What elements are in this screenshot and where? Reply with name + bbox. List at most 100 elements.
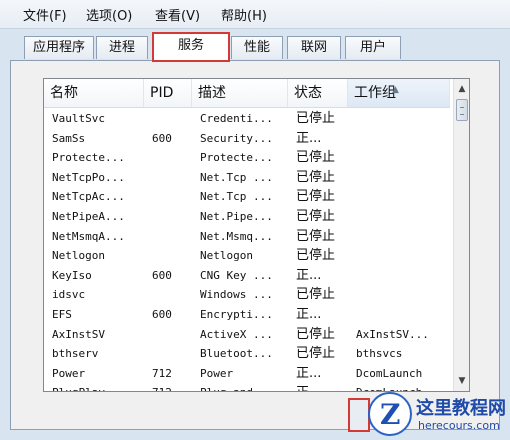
cell-name: idsvc [52,288,86,302]
watermark-title: 这里教程网 [416,398,506,419]
tab-networking[interactable]: 联网 [287,36,341,59]
table-row[interactable]: bthserv Bluetoot... 已停止 bthsvcs [44,344,450,363]
cell-status: 正... [296,130,322,146]
table-row[interactable]: idsvc Windows ... 已停止 [44,285,450,304]
tab-strip: 应用程序 进程 服务 性能 联网 用户 [0,28,510,62]
cell-status: 已停止 [296,287,336,303]
cell-group [348,246,450,265]
cell-group [348,109,450,128]
cell-pid [144,344,192,363]
cell-status: 已停止 [296,326,336,342]
cell-description: Windows ... [200,288,273,302]
cell-group [348,129,450,148]
cell-description: Security... [200,131,273,145]
cell-status: 已停止 [296,169,336,185]
cell-pid [144,187,192,206]
cell-status: 已停止 [296,189,336,205]
watermark-logo-letter: Z [380,398,401,431]
cell-description: Encrypti... [200,308,273,321]
cell-status: 已停止 [296,150,336,166]
cell-pid [144,325,192,344]
table-row[interactable]: NetMsmqA... Net.Msmq... 已停止 [44,227,450,246]
cell-name: bthserv [52,347,99,361]
cell-pid [144,148,192,167]
cell-description: Net.Pipe... [200,210,273,223]
cell-name: NetMsmqA... [52,229,125,243]
cell-pid [144,285,192,304]
cell-description: CNG Key ... [200,268,273,282]
cell-status: 已停止 [296,111,336,126]
cell-pid: 600 [152,308,172,321]
tab-applications[interactable]: 应用程序 [24,36,94,59]
cell-description: Net.Tcp ... [200,190,273,204]
menu-view[interactable]: 查看(V) [155,5,200,24]
cell-status: 正... [296,307,322,322]
cell-name: SamSs [52,131,86,145]
table-row[interactable]: Netlogon Netlogon 已停止 [44,246,450,265]
table-row[interactable]: KeyIso 600 CNG Key ... 正... [44,266,450,285]
cell-group [348,285,450,304]
scroll-down-icon[interactable]: ▼ [455,373,469,389]
tab-services[interactable]: 服务 [152,32,230,62]
cell-description: Credenti... [200,112,273,125]
list-header: 名称 PID 描述 状态 工作组 ▲ [44,79,450,108]
tab-users[interactable]: 用户 [345,36,401,59]
column-header-description[interactable]: 描述 [192,79,288,107]
cell-status: 已停止 [296,209,336,224]
grip-icon [460,107,464,115]
cell-status: 已停止 [296,228,336,244]
cell-name: VaultSvc [52,112,105,125]
menu-help[interactable]: 帮助(H) [221,5,267,24]
cell-pid: 600 [152,131,172,145]
column-header-group[interactable]: 工作组 ▲ [348,79,450,107]
table-row[interactable]: VaultSvc Credenti... 已停止 [44,109,450,128]
cell-pid [144,227,192,246]
cell-name: PlugPlay [44,383,144,391]
cell-description: Net.Tcp ... [200,170,273,184]
table-row[interactable]: AxInstSV ActiveX ... 已停止 AxInstSV... [44,325,450,344]
cell-pid [144,109,192,128]
cell-status: 已停止 [296,346,336,362]
menu-options[interactable]: 选项(O) [86,5,132,24]
watermark: Z 这里教程网 herecours.com [368,392,508,438]
table-row[interactable]: Power 712 Power 正... DcomLaunch [44,364,450,383]
cell-group [348,207,450,226]
vertical-scrollbar[interactable]: ▲ ▼ [453,79,469,391]
watermark-url: herecours.com [418,419,500,432]
cell-name: Protecte... [52,151,125,165]
table-row[interactable]: SamSs 600 Security... 正... [44,129,450,148]
cell-name: Netlogon [52,249,105,263]
services-list[interactable]: 名称 PID 描述 状态 工作组 ▲ VaultSvc Credenti... 已停… [43,78,470,392]
cell-status: 正... [288,383,348,391]
sort-ascending-icon: ▲ [392,85,399,95]
table-row[interactable]: EFS 600 Encrypti... 正... [44,305,450,324]
table-row[interactable]: NetTcpAc... Net.Tcp ... 已停止 [44,187,450,206]
cell-pid: 712 [152,366,172,380]
table-row[interactable]: NetTcpPo... Net.Tcp ... 已停止 [44,168,450,187]
column-header-group-label: 工作组 [354,85,396,101]
cell-pid [144,207,192,226]
column-header-pid[interactable]: PID [144,79,192,107]
menu-file[interactable]: 文件(F) [23,5,67,24]
cell-description: Netlogon [200,249,253,263]
cell-name: Power [52,366,86,380]
table-row[interactable]: PlugPlay712Plug and ...正...DcomLaunch [44,383,450,391]
table-row[interactable]: NetPipeA... Net.Pipe... 已停止 [44,207,450,226]
cell-name: KeyIso [52,268,92,282]
services-button-partial[interactable] [348,398,370,432]
scrollbar-thumb[interactable] [456,99,468,121]
cell-description: ActiveX ... [200,327,273,341]
tab-performance[interactable]: 性能 [231,36,283,59]
table-row[interactable]: Protecte... Protecte... 已停止 [44,148,450,167]
cell-description: Protecte... [200,151,273,165]
column-header-name[interactable]: 名称 [44,79,144,107]
cell-name: NetTcpPo... [52,170,125,184]
cell-pid: 600 [152,268,172,282]
scroll-up-icon[interactable]: ▲ [455,81,469,97]
cell-pid [144,168,192,187]
column-header-status[interactable]: 状态 [288,79,348,107]
cell-status: 正... [296,267,322,283]
cell-description: Power [200,366,234,380]
cell-name: NetPipeA... [52,210,125,223]
tab-processes[interactable]: 进程 [96,36,148,59]
